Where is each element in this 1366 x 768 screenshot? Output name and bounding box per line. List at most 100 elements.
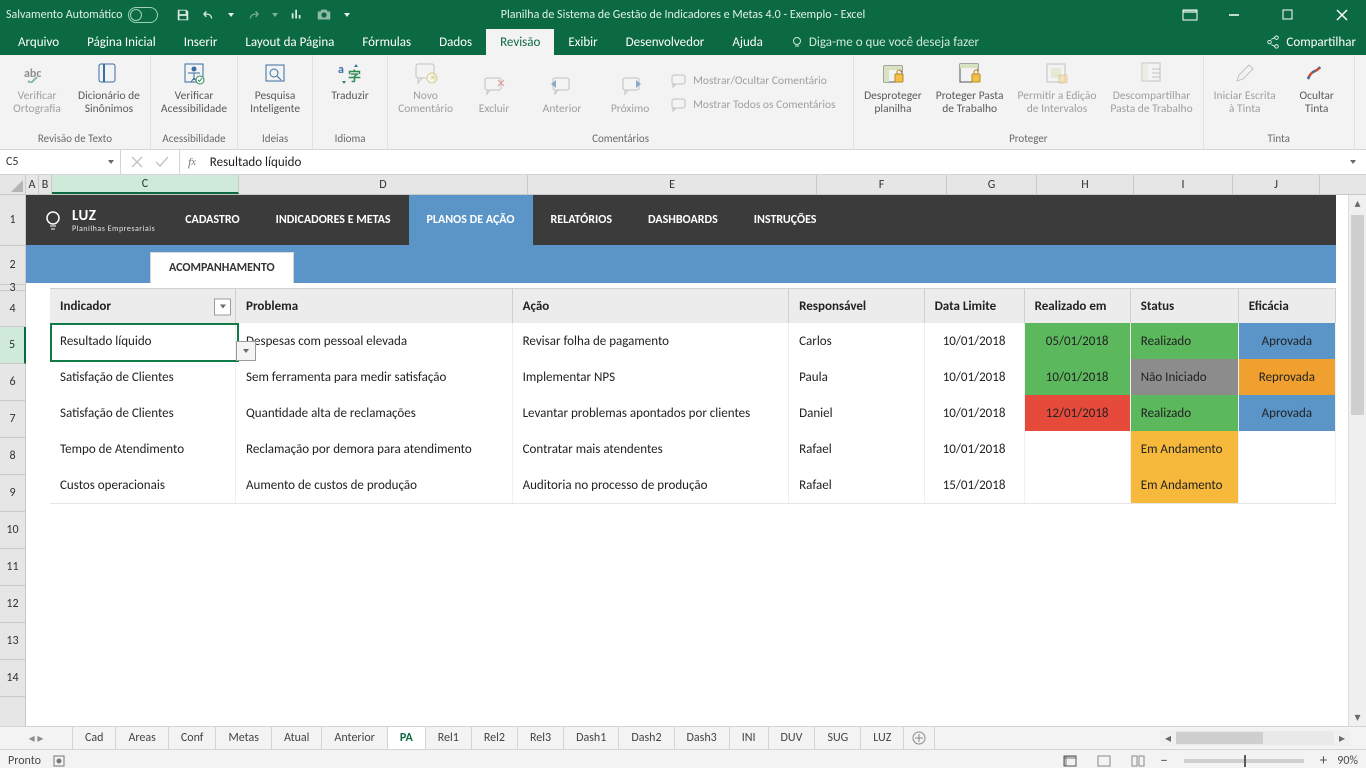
cell-dropdown-button[interactable] bbox=[236, 341, 256, 361]
col-header-A[interactable]: A bbox=[26, 175, 39, 194]
select-all-corner[interactable] bbox=[0, 175, 26, 194]
share-button[interactable]: Compartilhar bbox=[1266, 29, 1356, 55]
cell[interactable]: 15/01/2018 bbox=[925, 467, 1025, 503]
sheet-tab-atual[interactable]: Atual bbox=[272, 727, 322, 749]
nav-indicadores-e-metas[interactable]: INDICADORES E METAS bbox=[258, 195, 409, 245]
sheet-tab-rel2[interactable]: Rel2 bbox=[472, 727, 518, 749]
undo-icon[interactable] bbox=[202, 8, 216, 22]
sheet-tab-metas[interactable]: Metas bbox=[216, 727, 271, 749]
enter-icon[interactable] bbox=[155, 156, 169, 168]
zoom-out-button[interactable]: − bbox=[1160, 752, 1167, 768]
row-header-10[interactable]: 10 bbox=[0, 512, 25, 549]
nav-dashboards[interactable]: DASHBOARDS bbox=[630, 195, 736, 245]
nav-instruções[interactable]: INSTRUÇÕES bbox=[736, 195, 835, 245]
row-header-2[interactable]: 2 bbox=[0, 246, 25, 285]
minimize-button[interactable] bbox=[1216, 0, 1252, 29]
row-header-11[interactable]: 11 bbox=[0, 549, 25, 586]
cell[interactable]: 10/01/2018 bbox=[925, 323, 1025, 359]
ribbon-proteger-pasta-de-trabalho[interactable]: Proteger Pastade Trabalho bbox=[932, 59, 1008, 116]
cell[interactable]: Rafael bbox=[789, 467, 924, 503]
hscroll-thumb[interactable] bbox=[1176, 732, 1263, 744]
sheet-tab-nav[interactable]: ◂ ▸ bbox=[0, 727, 73, 749]
subnav-tab-acompanhamento[interactable]: ACOMPANHAMENTO bbox=[150, 252, 294, 283]
row-header-9[interactable]: 9 bbox=[0, 475, 25, 512]
cell[interactable]: Aumento de custos de produção bbox=[236, 467, 513, 503]
menu-revisão[interactable]: Revisão bbox=[486, 29, 554, 55]
menu-layout-da-página[interactable]: Layout da Página bbox=[231, 29, 348, 55]
cell[interactable]: 05/01/2018 bbox=[1025, 323, 1131, 359]
cell[interactable]: Despesas com pessoal elevada bbox=[236, 323, 513, 359]
cell[interactable]: 10/01/2018 bbox=[925, 431, 1025, 467]
scroll-left-icon[interactable]: ◂ bbox=[1160, 731, 1176, 746]
sheet-tab-cad[interactable]: Cad bbox=[73, 727, 116, 749]
col-header-B[interactable]: B bbox=[39, 175, 52, 194]
cell[interactable]: 10/01/2018 bbox=[1025, 359, 1131, 395]
qat-customize-icon[interactable] bbox=[344, 13, 350, 17]
cell[interactable]: 10/01/2018 bbox=[925, 359, 1025, 395]
cell[interactable]: Em Andamento bbox=[1131, 431, 1239, 467]
cell[interactable]: Reclamação por demora para atendimento bbox=[236, 431, 513, 467]
cell[interactable]: Satisfação de Clientes bbox=[50, 395, 236, 431]
maximize-button[interactable] bbox=[1270, 0, 1306, 29]
sheet-tab-dash1[interactable]: Dash1 bbox=[564, 727, 619, 749]
grid-body[interactable]: LUZPlanilhas EmpresariaisCADASTROINDICAD… bbox=[26, 195, 1366, 726]
cell[interactable]: Rafael bbox=[789, 431, 924, 467]
ribbon-desproteger-planilha[interactable]: Desprotegerplanilha bbox=[860, 59, 926, 116]
add-sheet-button[interactable] bbox=[904, 727, 935, 749]
scroll-thumb[interactable] bbox=[1351, 215, 1364, 415]
col-header-D[interactable]: D bbox=[239, 175, 528, 194]
sheet-tab-dash3[interactable]: Dash3 bbox=[675, 727, 730, 749]
col-header-I[interactable]: I bbox=[1134, 175, 1233, 194]
scroll-down-icon[interactable]: ▾ bbox=[1349, 709, 1366, 726]
undo-dropdown-icon[interactable] bbox=[228, 13, 234, 17]
cell[interactable]: Realizado bbox=[1131, 395, 1239, 431]
cell[interactable]: Revisar folha de pagamento bbox=[513, 323, 790, 359]
cell[interactable]: Aprovada bbox=[1239, 323, 1336, 359]
close-button[interactable] bbox=[1324, 0, 1360, 29]
menu-exibir[interactable]: Exibir bbox=[554, 29, 611, 55]
cell[interactable]: Sem ferramenta para medir satisfação bbox=[236, 359, 513, 395]
autosave-toggle[interactable]: Salvamento Automático bbox=[6, 7, 158, 23]
ribbon-dicionário-de-sinônimos[interactable]: Dicionário deSinônimos bbox=[74, 59, 144, 116]
col-header-F[interactable]: F bbox=[817, 175, 947, 194]
zoom-in-button[interactable]: + bbox=[1320, 752, 1327, 768]
sheet-tab-anterior[interactable]: Anterior bbox=[322, 727, 387, 749]
col-header-H[interactable]: H bbox=[1037, 175, 1134, 194]
nav-planos-de-ação[interactable]: PLANOS DE AÇÃO bbox=[409, 195, 533, 245]
row-header-8[interactable]: 8 bbox=[0, 438, 25, 475]
cell[interactable]: Realizado bbox=[1131, 323, 1239, 359]
save-icon[interactable] bbox=[176, 8, 190, 22]
redo-dropdown-icon[interactable] bbox=[272, 13, 278, 17]
camera-icon[interactable] bbox=[316, 8, 332, 22]
cell[interactable] bbox=[1239, 431, 1336, 467]
formula-bar[interactable]: Resultado líquido bbox=[204, 150, 1366, 174]
sheet-tab-rel3[interactable]: Rel3 bbox=[518, 727, 564, 749]
cell[interactable] bbox=[1025, 431, 1131, 467]
scroll-up-icon[interactable]: ▴ bbox=[1349, 195, 1366, 212]
cell[interactable]: Aprovada bbox=[1239, 395, 1336, 431]
scroll-right-icon[interactable]: ▸ bbox=[1334, 731, 1350, 746]
redo-icon[interactable] bbox=[246, 8, 260, 22]
row-header-1[interactable]: 1 bbox=[0, 195, 25, 246]
cell[interactable]: Implementar NPS bbox=[513, 359, 790, 395]
row-header-13[interactable]: 13 bbox=[0, 623, 25, 660]
filter-dropdown-button[interactable] bbox=[214, 298, 231, 315]
cell[interactable]: Custos operacionais bbox=[50, 467, 236, 503]
zoom-percent[interactable]: 90% bbox=[1337, 754, 1358, 768]
cell[interactable]: Paula bbox=[789, 359, 924, 395]
cell[interactable]: Levantar problemas apontados por cliente… bbox=[513, 395, 790, 431]
cell[interactable]: Reprovada bbox=[1239, 359, 1336, 395]
menu-desenvolvedor[interactable]: Desenvolvedor bbox=[612, 29, 719, 55]
cell[interactable]: Daniel bbox=[789, 395, 924, 431]
nav-cadastro[interactable]: CADASTRO bbox=[167, 195, 257, 245]
cell[interactable]: Em Andamento bbox=[1131, 467, 1239, 503]
ribbon-verificar-acessibilidade[interactable]: VerificarAcessibilidade bbox=[157, 59, 231, 116]
cell[interactable]: Carlos bbox=[789, 323, 924, 359]
normal-view-button[interactable] bbox=[1058, 751, 1082, 768]
ribbon-pesquisa-inteligente[interactable]: PesquisaInteligente bbox=[244, 59, 306, 116]
cell[interactable] bbox=[1025, 467, 1131, 503]
sheet-tab-areas[interactable]: Areas bbox=[116, 727, 168, 749]
zoom-slider[interactable] bbox=[1184, 759, 1304, 763]
nav-relatórios[interactable]: RELATÓRIOS bbox=[533, 195, 631, 245]
menu-fórmulas[interactable]: Fórmulas bbox=[348, 29, 425, 55]
